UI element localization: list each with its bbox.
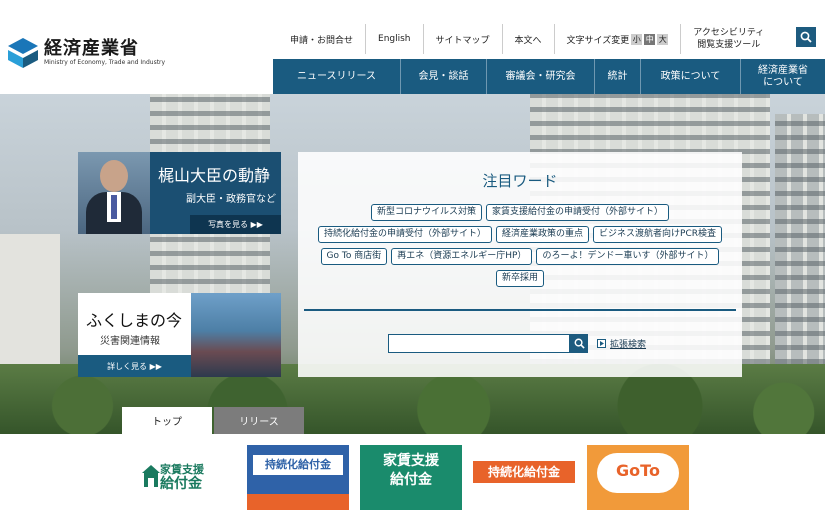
font-size-large-button[interactable]: 大 bbox=[657, 33, 669, 45]
font-size-small-button[interactable]: 小 bbox=[631, 33, 643, 45]
font-size-medium-button[interactable]: 中 bbox=[644, 33, 656, 45]
nav-press-conference[interactable]: 会見・談話 bbox=[401, 59, 487, 94]
keyword-tag[interactable]: 持続化給付金の申請受付（外部サイト） bbox=[318, 226, 493, 243]
banner-text: 持続化給付金 bbox=[253, 455, 343, 475]
accessibility-link[interactable]: アクセシビリティ 閲覧支援ツール bbox=[681, 24, 776, 54]
background-building bbox=[775, 114, 825, 364]
fukushima-title: ふくしまの今 bbox=[86, 311, 183, 330]
minister-activities-card[interactable]: 梶山大臣の動静 副大臣・政務官など 写真を見る ▶▶ bbox=[78, 152, 281, 234]
keyword-tag[interactable]: 新型コロナウイルス対策 bbox=[370, 204, 482, 221]
fukushima-photo bbox=[191, 293, 281, 377]
keyword-tag[interactable]: Go To 商店街 bbox=[320, 248, 388, 265]
panel-divider bbox=[304, 309, 736, 311]
advanced-search-label: 拡張検索 bbox=[610, 340, 647, 350]
minister-title: 梶山大臣の動静 bbox=[158, 166, 271, 185]
goto-banner[interactable]: GoTo bbox=[587, 445, 689, 510]
fukushima-card[interactable]: ふくしまの今 災害関連情報 詳しく見る ▶▶ bbox=[78, 293, 281, 377]
tab-top[interactable]: トップ bbox=[122, 407, 212, 434]
accessibility-line2: 閲覧支援ツール bbox=[697, 40, 761, 50]
keywords-panel: 注目ワード 新型コロナウイルス対策 家賃支援給付金の申請受付（外部サイト） 持続… bbox=[298, 152, 742, 377]
nav-about-line2: について bbox=[763, 76, 803, 88]
keyword-tag[interactable]: 経済産業政策の重点 bbox=[496, 226, 590, 243]
banner-text: GoTo bbox=[616, 461, 660, 480]
keyword-tag[interactable]: 家賃支援給付金の申請受付（外部サイト） bbox=[486, 204, 670, 221]
contact-link[interactable]: 申請・お問合せ bbox=[278, 24, 367, 54]
minister-subtitle: 副大臣・政務官など bbox=[186, 194, 276, 205]
logo-title: 経済産業省 bbox=[44, 38, 139, 59]
keyword-tag[interactable]: 新卒採用 bbox=[495, 270, 544, 287]
nav-news-release[interactable]: ニュースリリース bbox=[273, 59, 401, 94]
keywords-title: 注目ワード bbox=[482, 172, 558, 190]
banner-area: 家賃支援 給付金 持続化給付金 家賃支援 給付金 持続化給付金 GoTo bbox=[122, 434, 702, 510]
search-icon bbox=[800, 31, 812, 43]
rent-support-banner[interactable]: 家賃支援 給付金 bbox=[132, 445, 234, 510]
logo-subtitle: Ministry of Economy, Trade and Industry bbox=[44, 59, 166, 66]
tab-release[interactable]: リリース bbox=[214, 407, 304, 434]
sustainability-benefit-banner[interactable]: 持続化給付金 bbox=[247, 445, 349, 510]
header-search-button[interactable] bbox=[796, 27, 816, 47]
banner-line2: 給付金 bbox=[390, 472, 432, 488]
rent-support-banner-green[interactable]: 家賃支援 給付金 bbox=[360, 445, 462, 510]
banner-text: 持続化給付金 bbox=[473, 461, 575, 483]
font-size-label: 文字サイズ変更 bbox=[566, 35, 630, 46]
keyword-tag[interactable]: のろーよ！デンドー車いす（外部サイト） bbox=[536, 248, 720, 265]
nav-policies[interactable]: 政策について bbox=[641, 59, 741, 94]
sitemap-link[interactable]: サイトマップ bbox=[424, 24, 503, 54]
house-icon bbox=[142, 465, 160, 487]
site-search-button[interactable] bbox=[570, 334, 588, 353]
fukushima-more-button[interactable]: 詳しく見る ▶▶ bbox=[78, 355, 191, 377]
nav-councils[interactable]: 審議会・研究会 bbox=[487, 59, 595, 94]
keyword-tags: 新型コロナウイルス対策 家賃支援給付金の申請受付（外部サイト） 持続化給付金の申… bbox=[308, 204, 732, 292]
fukushima-subtitle: 災害関連情報 bbox=[100, 336, 160, 347]
background-building bbox=[0, 234, 60, 364]
site-logo[interactable]: 経済産業省 Ministry of Economy, Trade and Ind… bbox=[8, 38, 165, 68]
sustainability-benefit-banner-orange[interactable]: 持続化給付金 bbox=[473, 445, 575, 510]
meti-logo-icon bbox=[8, 38, 38, 68]
banner-line1: 家賃支援 bbox=[160, 463, 204, 476]
skip-to-content-link[interactable]: 本文へ bbox=[503, 24, 555, 54]
search-icon bbox=[574, 338, 585, 349]
banner-line1: 家賃支援 bbox=[383, 453, 439, 469]
site-search-input[interactable] bbox=[388, 334, 570, 353]
keyword-tag[interactable]: ビジネス渡航者向けPCR検査 bbox=[593, 226, 722, 243]
nav-statistics[interactable]: 統計 bbox=[595, 59, 641, 94]
minister-photo bbox=[78, 152, 150, 234]
advanced-search-link[interactable]: 拡張検索 bbox=[597, 337, 646, 350]
nav-about-meti[interactable]: 経済産業省 について bbox=[741, 59, 825, 94]
utility-links: 申請・お問合せ English サイトマップ 本文へ 文字サイズ変更 小 中 大… bbox=[278, 24, 776, 54]
english-link[interactable]: English bbox=[366, 24, 424, 54]
accessibility-line1: アクセシビリティ bbox=[693, 28, 765, 38]
content-tabs: トップ リリース bbox=[122, 407, 306, 434]
main-nav: ニュースリリース 会見・談話 審議会・研究会 統計 政策について 経済産業省 に… bbox=[273, 59, 825, 94]
minister-more-button[interactable]: 写真を見る ▶▶ bbox=[190, 215, 281, 234]
keyword-tag[interactable]: 再エネ（資源エネルギー庁HP） bbox=[391, 248, 533, 265]
nav-about-line1: 経済産業省 bbox=[758, 64, 808, 76]
banner-line2: 給付金 bbox=[160, 476, 202, 492]
font-size-control: 文字サイズ変更 小 中 大 bbox=[555, 24, 682, 54]
expand-arrow-icon bbox=[597, 339, 606, 348]
site-header: 経済産業省 Ministry of Economy, Trade and Ind… bbox=[0, 0, 825, 94]
